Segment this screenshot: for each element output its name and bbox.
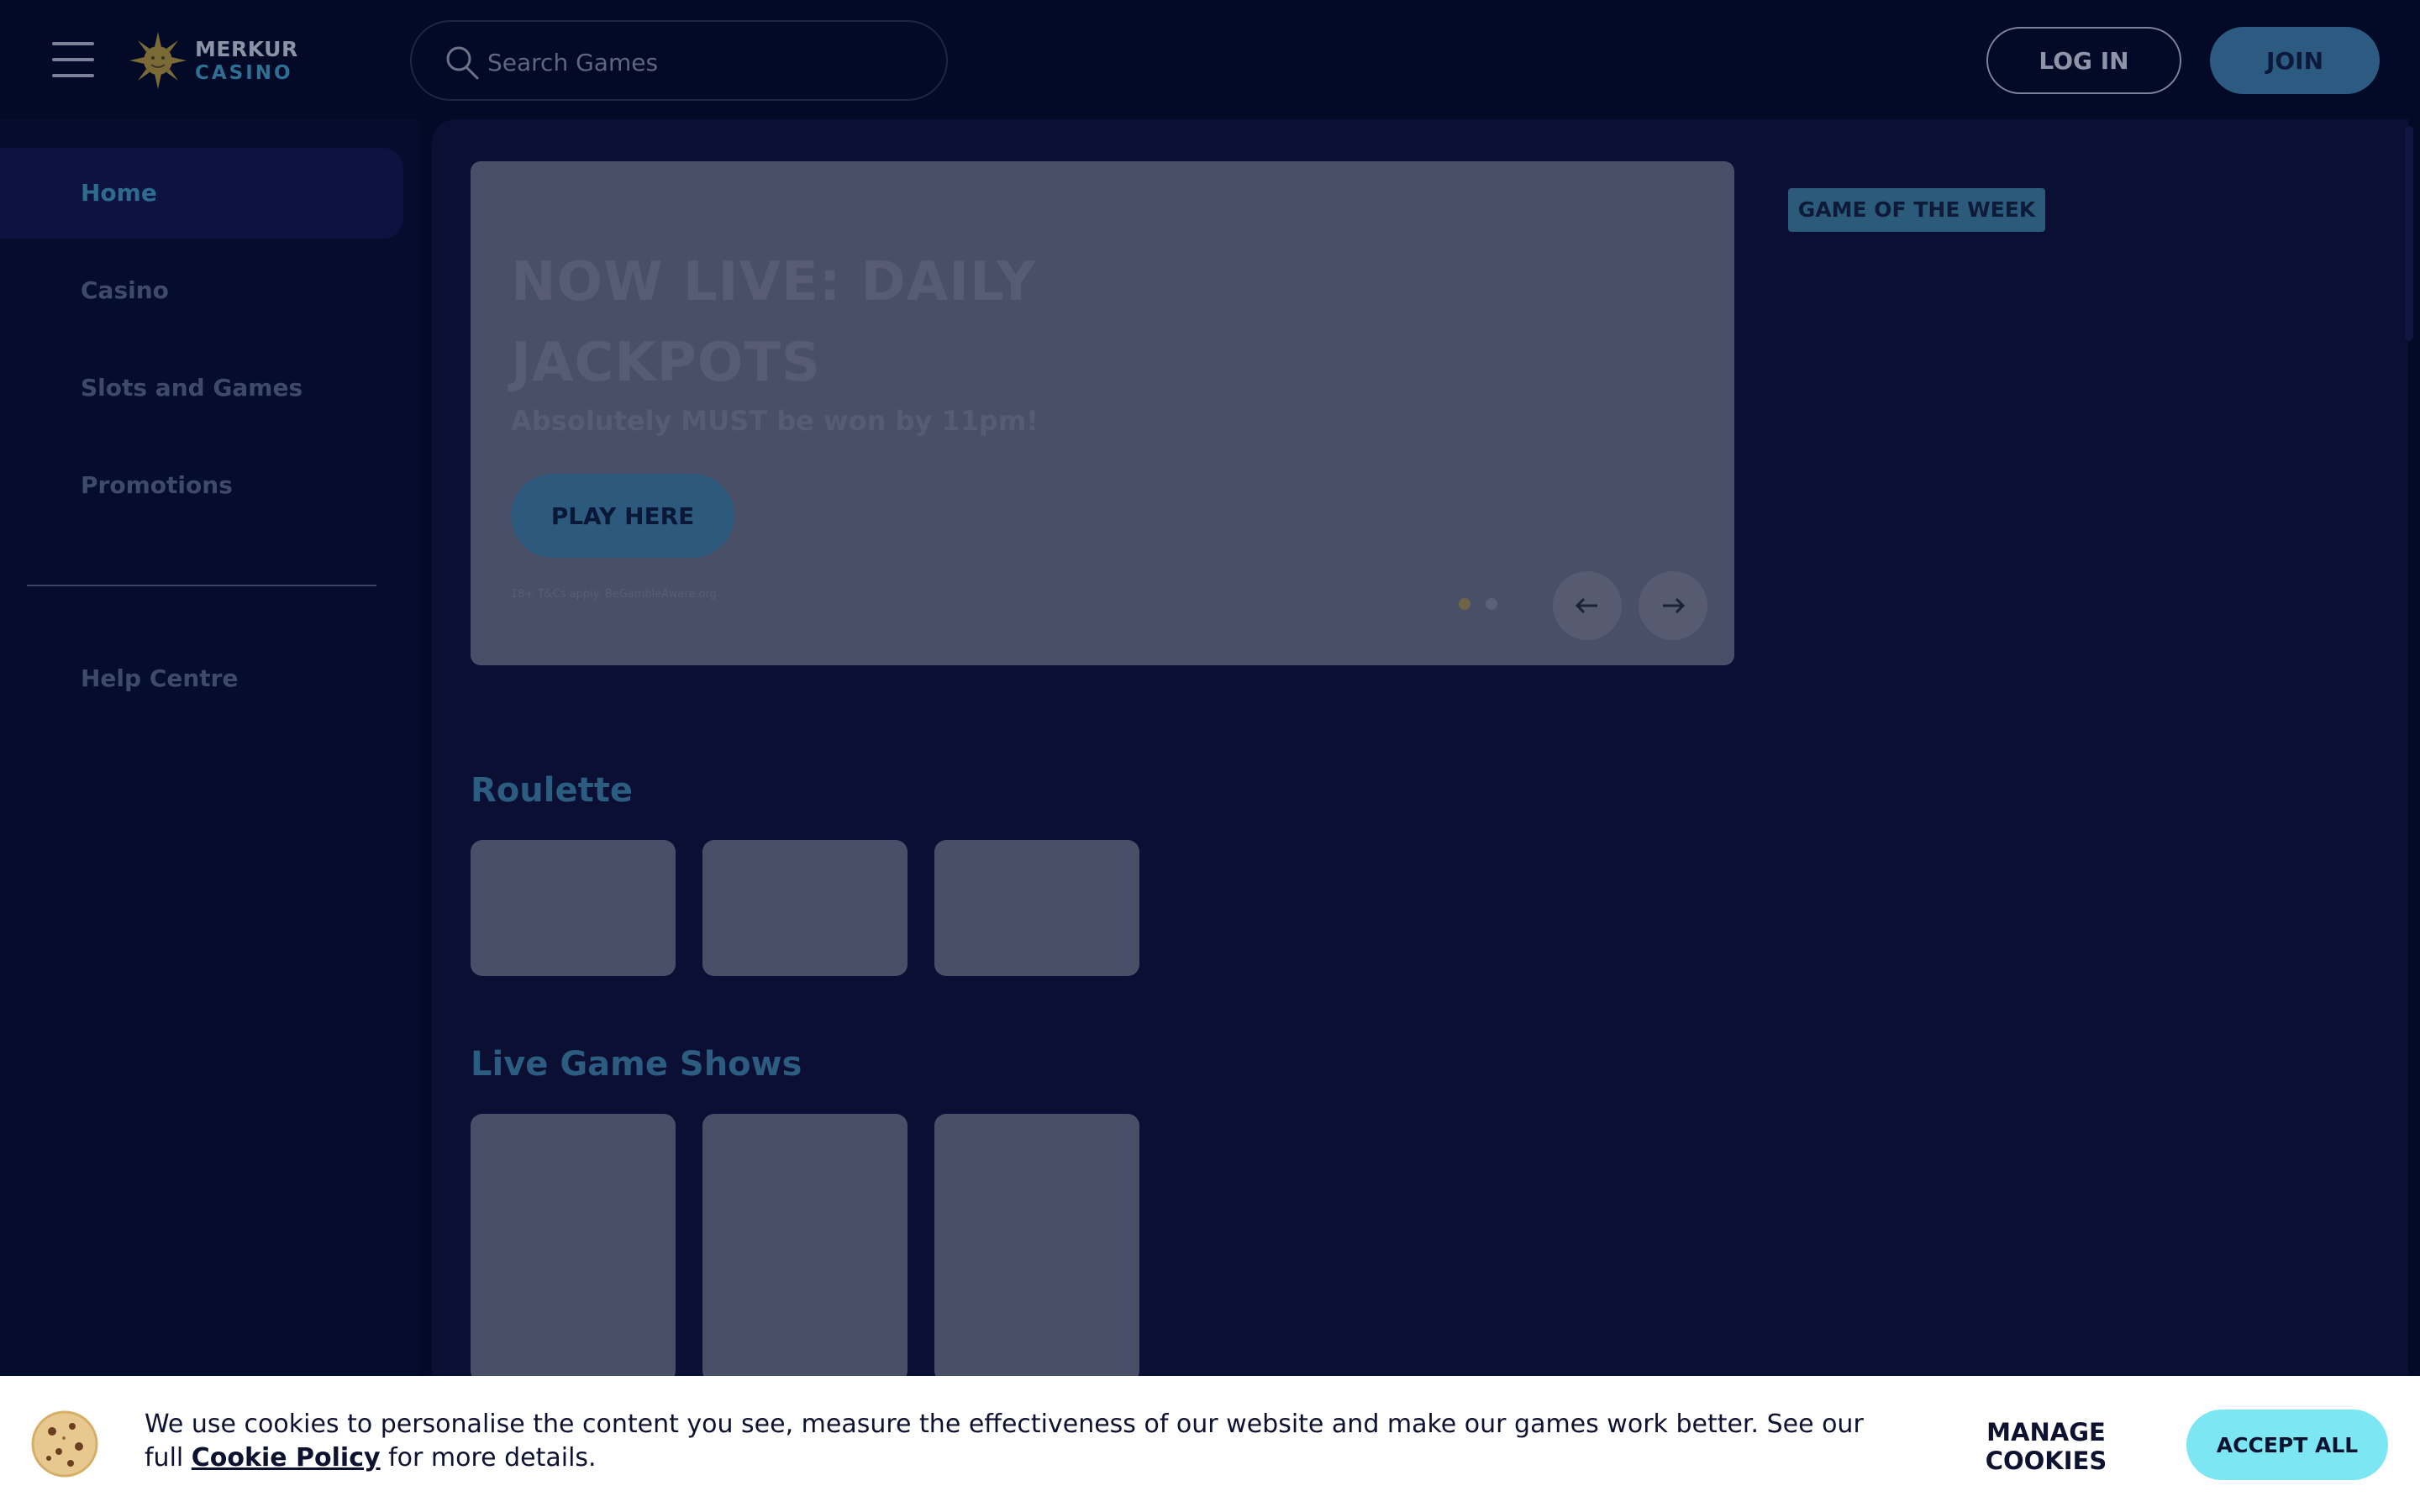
sidebar-item-promotions[interactable]: Promotions — [0, 440, 403, 531]
scrollbar[interactable] — [2405, 126, 2413, 341]
login-button[interactable]: LOG IN — [1986, 27, 2181, 94]
section-title-live-game-shows: Live Game Shows — [471, 1045, 802, 1084]
logo-text-casino: CASINO — [195, 62, 293, 84]
carousel-prev-button[interactable] — [1553, 571, 1622, 640]
merkur-casino-logo[interactable]: MERKUR CASINO — [128, 30, 304, 91]
cookie-icon — [31, 1410, 98, 1478]
carousel-dot-2[interactable] — [1486, 598, 1497, 610]
banner-terms: 18+ T&Cs apply. BeGambleAware.org — [511, 588, 717, 601]
game-card[interactable] — [934, 1114, 1139, 1383]
game-of-the-week-badge: GAME OF THE WEEK — [1788, 188, 2045, 232]
hamburger-menu-icon[interactable] — [52, 42, 94, 77]
sidebar: Home Casino Slots and Games Promotions H… — [0, 119, 420, 1379]
cookie-policy-link[interactable]: Cookie Policy — [192, 1443, 381, 1473]
banner-title: NOW LIVE: DAILY JACKPOTS — [511, 251, 1037, 394]
game-card[interactable] — [471, 1114, 676, 1383]
logo-text-merkur: MERKUR — [195, 37, 298, 61]
cookie-text-after: for more details. — [380, 1443, 597, 1473]
manage-cookies-button[interactable]: MANAGE COOKIES — [1924, 1418, 2168, 1475]
play-here-button[interactable]: PLAY HERE — [511, 474, 734, 558]
game-card[interactable] — [934, 840, 1139, 976]
carousel-next-button[interactable] — [1639, 571, 1707, 640]
cookie-banner: We use cookies to personalise the conten… — [0, 1376, 2420, 1512]
carousel-dot-1[interactable] — [1459, 598, 1470, 610]
search-box[interactable] — [410, 20, 948, 101]
game-card[interactable] — [702, 840, 908, 976]
sidebar-item-slots-and-games[interactable]: Slots and Games — [0, 343, 403, 433]
search-input[interactable] — [487, 39, 924, 86]
sidebar-item-home[interactable]: Home — [0, 148, 403, 239]
arrow-left-icon — [1575, 597, 1597, 614]
arrow-right-icon — [1663, 597, 1686, 614]
sidebar-item-casino[interactable]: Casino — [0, 245, 403, 336]
accept-all-button[interactable]: ACCEPT ALL — [2186, 1410, 2388, 1480]
section-title-roulette: Roulette — [471, 771, 633, 810]
promo-banner: NOW LIVE: DAILY JACKPOTS Absolutely MUST… — [471, 161, 1734, 665]
sidebar-item-help-centre[interactable]: Help Centre — [0, 633, 403, 724]
sun-logo-icon — [129, 32, 187, 89]
banner-subtitle: Absolutely MUST be won by 11pm! — [511, 405, 1039, 437]
game-card[interactable] — [471, 840, 676, 976]
carousel-dots — [1459, 598, 1501, 612]
sidebar-divider — [27, 585, 376, 586]
cookie-message: We use cookies to personalise the conten… — [145, 1408, 1909, 1475]
search-icon — [446, 46, 479, 80]
header: MERKUR CASINO LOG IN JOIN — [0, 0, 2420, 119]
game-card[interactable] — [702, 1114, 908, 1383]
join-button[interactable]: JOIN — [2210, 27, 2380, 94]
